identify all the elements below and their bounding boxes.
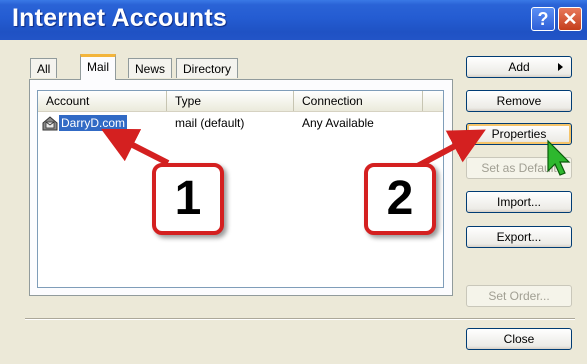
annotation-badge-1: 1 <box>152 163 224 235</box>
internet-accounts-dialog: Internet Accounts ? ✕ All Mail News Dire… <box>0 0 587 364</box>
tab-mail[interactable]: Mail <box>80 54 117 80</box>
annotation-badge-2: 2 <box>364 163 436 235</box>
mouse-cursor-icon <box>547 139 571 176</box>
annotation-arrow-1 <box>100 128 170 166</box>
